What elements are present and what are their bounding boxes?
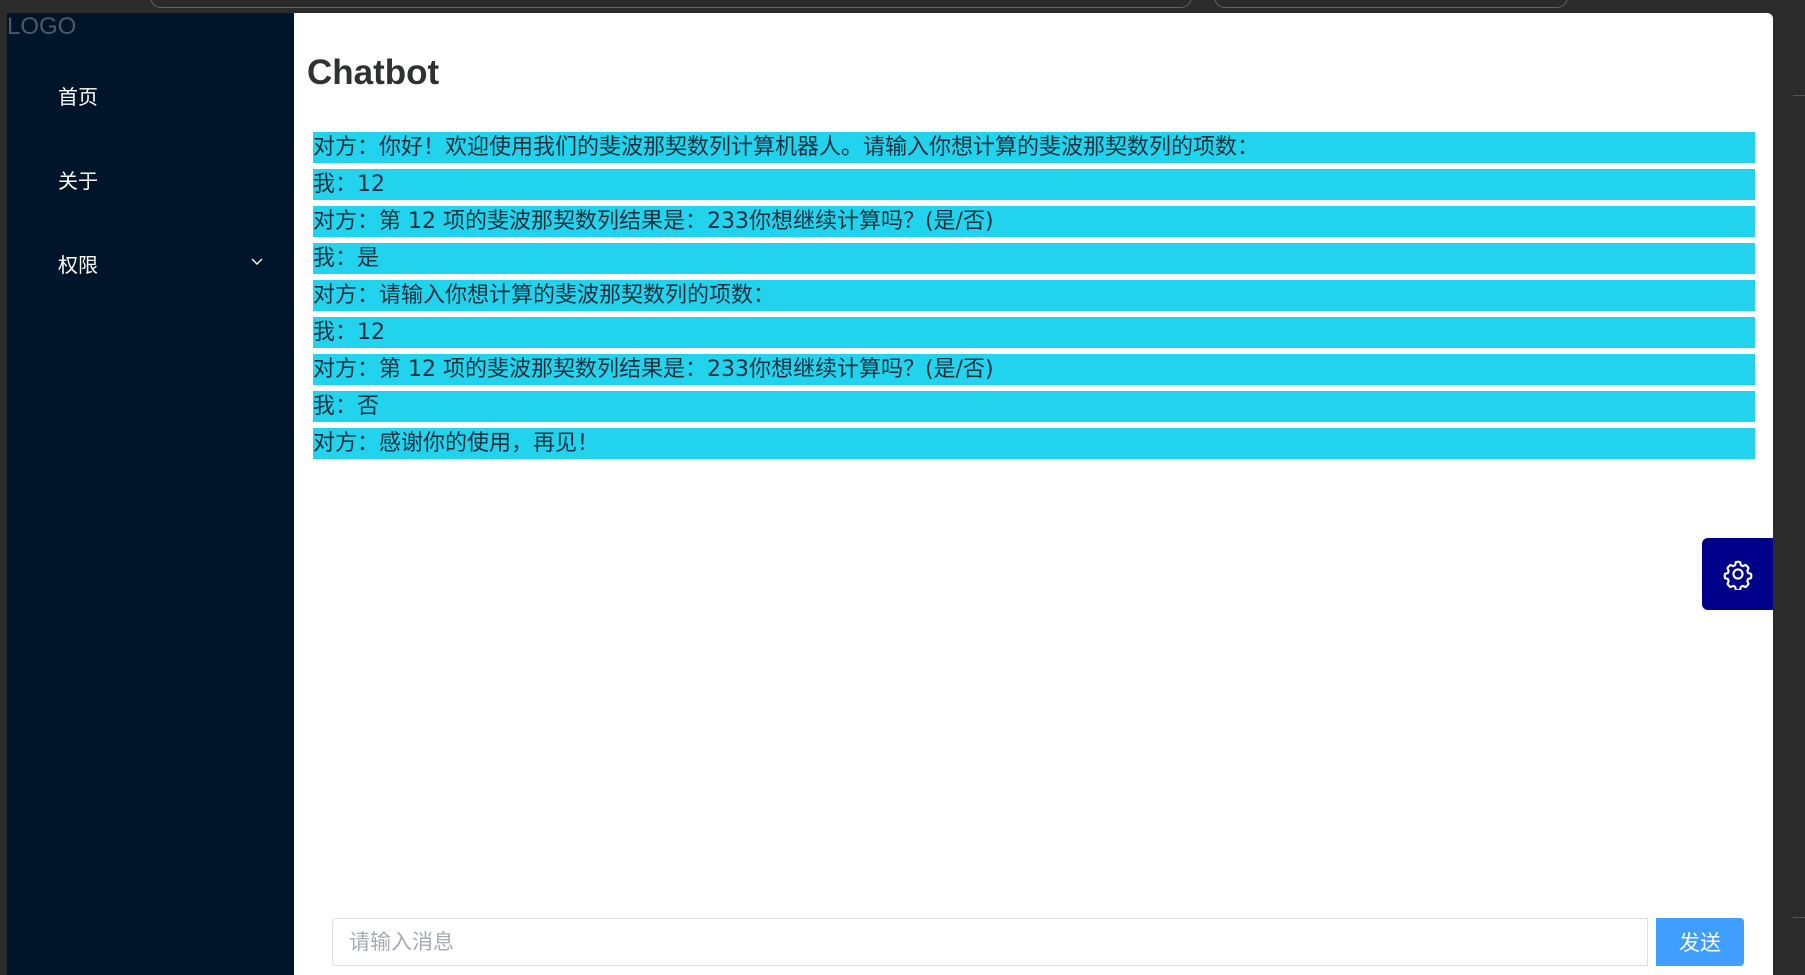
chat-message: 对方：你好！欢迎使用我们的斐波那契数列计算机器人。请输入你想计算的斐波那契数列的… <box>313 132 1755 163</box>
gear-icon <box>1723 560 1752 590</box>
message-list: 对方：你好！欢迎使用我们的斐波那契数列计算机器人。请输入你想计算的斐波那契数列的… <box>313 132 1755 465</box>
sidebar-item-label: 权限 <box>58 252 98 277</box>
sidebar-item-permissions[interactable]: 权限 <box>7 235 294 291</box>
chevron-down-icon <box>251 258 263 265</box>
chat-message: 对方：第 12 项的斐波那契数列结果是：233你想继续计算吗？(是/否) <box>313 354 1755 385</box>
chat-message: 对方：感谢你的使用，再见！ <box>313 428 1755 459</box>
edge-tick <box>1793 917 1805 918</box>
message-input-bar: 发送 <box>332 918 1744 966</box>
logo: LOGO <box>7 13 77 40</box>
sidebar: LOGO 首页 关于 权限 <box>7 13 294 975</box>
sidebar-item-home[interactable]: 首页 <box>7 67 294 123</box>
message-input[interactable] <box>332 918 1648 966</box>
edge-tick <box>1793 95 1805 96</box>
sidebar-item-label: 首页 <box>58 84 98 109</box>
browser-tab-bar <box>150 0 1192 8</box>
page-title: Chatbot <box>307 53 440 92</box>
send-button[interactable]: 发送 <box>1656 918 1744 966</box>
chat-message: 对方：请输入你想计算的斐波那契数列的项数： <box>313 280 1755 311</box>
sidebar-item-about[interactable]: 关于 <box>7 151 294 207</box>
chat-message: 我：12 <box>313 317 1755 348</box>
chat-message: 我：12 <box>313 169 1755 200</box>
app-window: LOGO 首页 关于 权限 Chatbot 对方：你好！欢迎使用我们的斐波那契数… <box>7 13 1773 975</box>
chat-message: 对方：第 12 项的斐波那契数列结果是：233你想继续计算吗？(是/否) <box>313 206 1755 237</box>
chat-message: 我：否 <box>313 391 1755 422</box>
settings-button[interactable] <box>1702 538 1773 610</box>
main-content: Chatbot 对方：你好！欢迎使用我们的斐波那契数列计算机器人。请输入你想计算… <box>294 13 1773 975</box>
browser-address-bar <box>1214 0 1568 8</box>
chat-message: 我：是 <box>313 243 1755 274</box>
sidebar-item-label: 关于 <box>58 168 98 193</box>
window-edge <box>1785 0 1805 975</box>
